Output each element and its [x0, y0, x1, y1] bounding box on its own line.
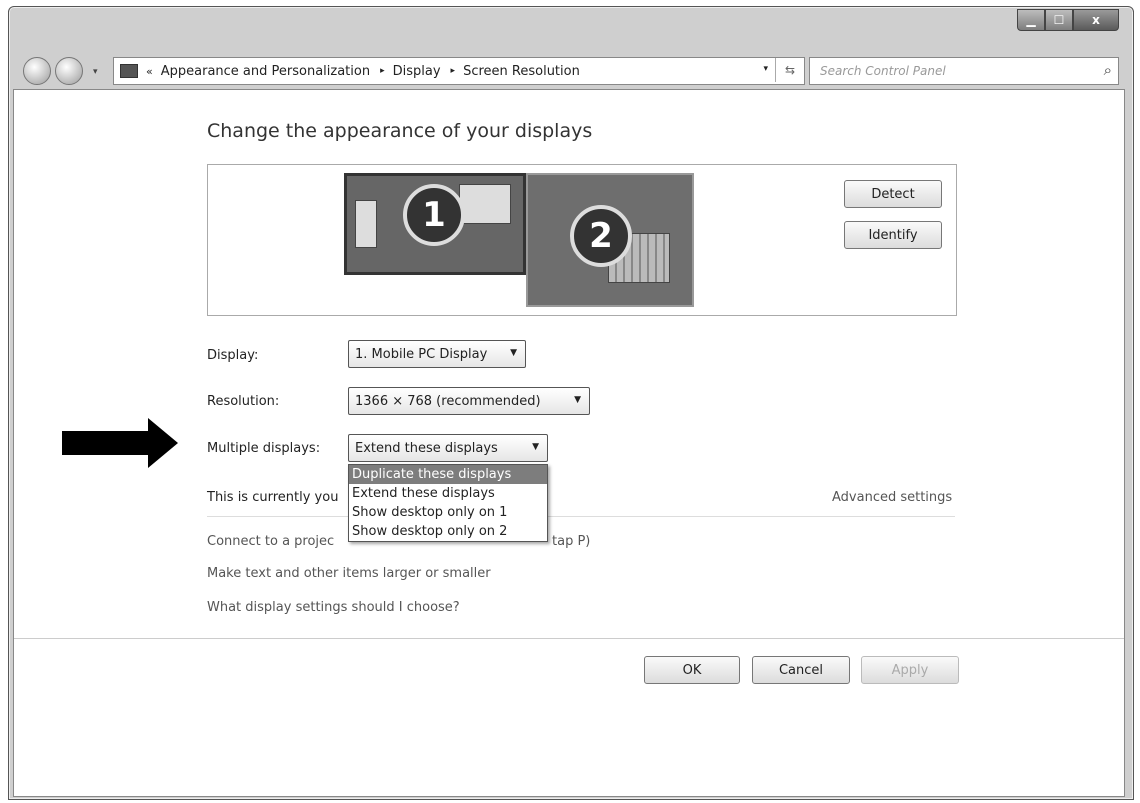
- monitor-1-window-icon: [355, 200, 377, 248]
- control-panel-window: ▁ ☐ x ▾ « Appearance and Personalization…: [8, 6, 1134, 800]
- apply-button: Apply: [861, 656, 959, 684]
- minimize-button[interactable]: ▁: [1017, 9, 1045, 31]
- search-icon[interactable]: ⌕: [1104, 61, 1112, 79]
- breadcrumb-display[interactable]: Display: [393, 64, 441, 79]
- multiple-displays-select[interactable]: Extend these displays ▼: [348, 434, 548, 462]
- breadcrumb-overflow-chevron[interactable]: «: [146, 65, 153, 78]
- screen-resolution-content: Change the appearance of your displays 1…: [13, 89, 1125, 797]
- back-button[interactable]: [23, 57, 51, 85]
- pointer-arrow-icon: [62, 418, 178, 468]
- close-button[interactable]: x: [1073, 9, 1119, 31]
- multiple-displays-select-value: Extend these displays: [355, 440, 498, 456]
- monitor-1[interactable]: 1: [344, 173, 526, 275]
- detect-button[interactable]: Detect: [844, 180, 942, 208]
- monitor-1-window-icon: [459, 184, 511, 224]
- advanced-settings-link[interactable]: Advanced settings: [832, 490, 952, 505]
- identify-button[interactable]: Identify: [844, 221, 942, 249]
- display-select-value: 1. Mobile PC Display: [355, 346, 488, 362]
- dropdown-option-duplicate[interactable]: Duplicate these displays: [349, 465, 547, 484]
- section-divider: [207, 516, 955, 517]
- display-select[interactable]: 1. Mobile PC Display ▼: [348, 340, 526, 368]
- page-title: Change the appearance of your displays: [207, 120, 593, 142]
- chevron-down-icon: ▼: [532, 442, 539, 452]
- breadcrumb-screen-resolution[interactable]: Screen Resolution: [463, 64, 580, 79]
- cancel-button[interactable]: Cancel: [752, 656, 850, 684]
- dropdown-option-extend[interactable]: Extend these displays: [349, 484, 547, 503]
- control-panel-icon: [120, 64, 138, 78]
- chevron-down-icon: ▼: [510, 348, 517, 358]
- larger-text-link[interactable]: Make text and other items larger or smal…: [207, 566, 491, 581]
- connect-projector-link[interactable]: Connect to a projec: [207, 534, 334, 549]
- breadcrumb-appearance[interactable]: Appearance and Personalization: [161, 64, 370, 79]
- breadcrumb-separator-icon[interactable]: ▸: [380, 66, 385, 76]
- multiple-displays-label: Multiple displays:: [207, 441, 321, 456]
- footer-divider: [14, 638, 1124, 639]
- dropdown-option-show-only-2[interactable]: Show desktop only on 2: [349, 522, 547, 541]
- resolution-select-value: 1366 × 768 (recommended): [355, 393, 541, 409]
- resolution-label: Resolution:: [207, 394, 280, 409]
- recent-pages-chevron-icon[interactable]: ▾: [93, 67, 98, 77]
- dropdown-option-show-only-1[interactable]: Show desktop only on 1: [349, 503, 547, 522]
- breadcrumb-separator-icon[interactable]: ▸: [451, 66, 456, 76]
- monitor-2-number-badge: 2: [570, 205, 632, 267]
- maximize-button[interactable]: ☐: [1045, 9, 1073, 31]
- navigation-bar: ▾ « Appearance and Personalization ▸ Dis…: [9, 49, 1133, 87]
- monitor-2[interactable]: 2: [526, 173, 694, 307]
- caption-buttons: ▁ ☐ x: [1017, 9, 1119, 31]
- display-help-link[interactable]: What display settings should I choose?: [207, 600, 460, 615]
- address-bar[interactable]: « Appearance and Personalization ▸ Displ…: [113, 57, 805, 85]
- monitor-arrangement-panel: 1 2 Detect Identify: [207, 164, 957, 316]
- monitor-1-number-badge: 1: [403, 184, 465, 246]
- display-label: Display:: [207, 348, 259, 363]
- refresh-icon[interactable]: ⇆: [775, 58, 804, 82]
- ok-button[interactable]: OK: [644, 656, 740, 684]
- search-input[interactable]: Search Control Panel ⌕: [809, 57, 1119, 85]
- resolution-select[interactable]: 1366 × 768 (recommended) ▼: [348, 387, 590, 415]
- multiple-displays-dropdown-list: Duplicate these displays Extend these di…: [348, 464, 548, 542]
- search-placeholder: Search Control Panel: [820, 64, 946, 78]
- chevron-down-icon: ▼: [574, 395, 581, 405]
- connect-projector-link-shortcut[interactable]: tap P): [552, 534, 590, 549]
- forward-button[interactable]: [55, 57, 83, 85]
- address-dropdown-icon[interactable]: ▾: [763, 64, 768, 74]
- current-display-text: This is currently you: [207, 490, 339, 505]
